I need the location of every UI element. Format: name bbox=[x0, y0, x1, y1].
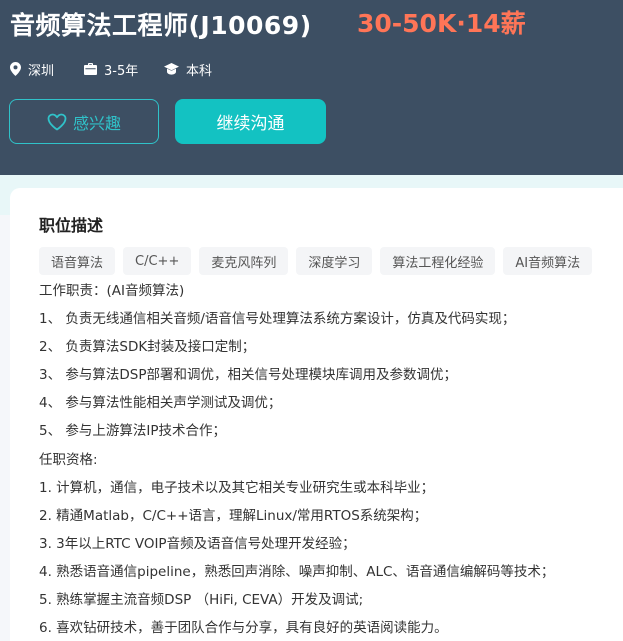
job-experience: 3-5年 bbox=[84, 59, 138, 79]
skill-tag: 语音算法 bbox=[39, 247, 116, 275]
skill-tag: C/C++ bbox=[123, 247, 192, 275]
job-title: 音频算法工程师(J10069) bbox=[10, 11, 312, 40]
location-text: 深圳 bbox=[28, 63, 55, 79]
description-line: 5、 参与上游算法IP技术合作； bbox=[39, 423, 227, 440]
job-description-text: 工作职责：(AI音频算法) 1、 负责无线通信相关音频/语音信号处理算法系统方案… bbox=[39, 277, 619, 641]
section-title: 职位描述 bbox=[39, 216, 104, 235]
skill-tag: 麦克风阵列 bbox=[199, 247, 289, 275]
graduation-cap-icon bbox=[164, 63, 179, 75]
briefcase-icon bbox=[84, 63, 97, 75]
heart-icon bbox=[47, 113, 67, 130]
education-text: 本科 bbox=[186, 63, 213, 79]
chat-label: 继续沟通 bbox=[216, 114, 285, 134]
description-line: 3. 3年以上RTC VOIP音频及语音信号处理开发经验； bbox=[39, 535, 356, 552]
skill-tag: 算法工程化经验 bbox=[380, 247, 496, 275]
job-location: 深圳 bbox=[10, 59, 54, 79]
interest-button[interactable]: 感兴趣 bbox=[9, 99, 159, 144]
description-line: 2. 精通Matlab，C/C++语言，理解Linux/常用RTOS系统架构； bbox=[39, 507, 428, 524]
description-line: 6. 喜欢钻研技术，善于团队合作与分享，具有良好的英语阅读能力。 bbox=[39, 620, 448, 637]
description-line: 4. 熟悉语音通信pipeline，熟悉回声消除、噪声抑制、ALC、语音通信编解… bbox=[39, 563, 555, 580]
continue-chat-button[interactable]: 继续沟通 bbox=[175, 99, 326, 144]
description-line: 工作职责：(AI音频算法) bbox=[39, 283, 185, 299]
job-education: 本科 bbox=[164, 59, 212, 79]
description-line: 5. 熟练掌握主流音频DSP （HiFi, CEVA）开发及调试; bbox=[39, 592, 364, 609]
interest-label: 感兴趣 bbox=[72, 113, 121, 133]
skill-tags: 语音算法 C/C++ 麦克风阵列 深度学习 算法工程化经验 AI音频算法 bbox=[39, 247, 600, 275]
job-salary: 30-50K·14薪 bbox=[357, 9, 526, 38]
skill-tag: AI音频算法 bbox=[503, 247, 593, 275]
experience-text: 3-5年 bbox=[104, 63, 139, 79]
skill-tag: 深度学习 bbox=[296, 247, 373, 275]
location-pin-icon bbox=[10, 62, 21, 76]
description-line: 3、 参与算法DSP部署和调优，相关信号处理模块库调用及参数调优； bbox=[39, 367, 457, 384]
description-line: 1、 负责无线通信相关音频/语音信号处理算法系统方案设计，仿真及代码实现； bbox=[39, 311, 516, 328]
description-line: 任职资格: bbox=[39, 451, 98, 468]
description-line: 2、 负责算法SDK封装及接口定制； bbox=[39, 339, 256, 356]
description-line: 1. 计算机，通信，电子技术以及其它相关专业研究生或本科毕业； bbox=[39, 479, 435, 496]
description-line: 4、 参与算法性能相关声学测试及调优； bbox=[39, 395, 282, 412]
